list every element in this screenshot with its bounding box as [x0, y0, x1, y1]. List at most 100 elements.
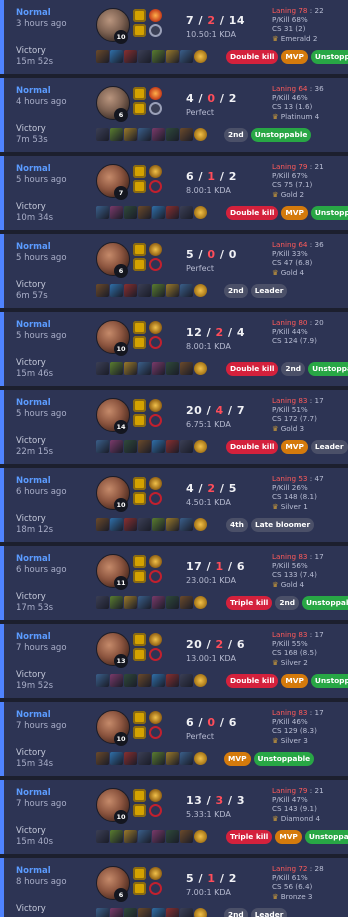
item-slot-icon[interactable] — [152, 362, 165, 375]
item-slot-icon[interactable] — [138, 908, 151, 917]
item-slot-icon[interactable] — [138, 440, 151, 453]
item-slot-icon[interactable] — [110, 284, 123, 297]
item-slot-icon[interactable] — [138, 206, 151, 219]
match-card[interactable]: Normal 7 hours ago Victory 15m 40s 10 13 / 3 … — [0, 780, 348, 854]
item-slot-icon[interactable] — [110, 596, 123, 609]
item-slot-icon[interactable] — [96, 908, 109, 917]
item-slot-icon[interactable] — [110, 752, 123, 765]
item-slot-icon[interactable] — [124, 674, 137, 687]
item-slot-icon[interactable] — [152, 50, 165, 63]
item-slot-icon[interactable] — [96, 440, 109, 453]
item-slot-icon[interactable] — [152, 284, 165, 297]
item-slot-icon[interactable] — [110, 50, 123, 63]
item-slot-icon[interactable] — [152, 128, 165, 141]
item-slot-icon[interactable] — [124, 830, 137, 843]
item-slot-icon[interactable] — [152, 206, 165, 219]
item-slot-icon[interactable] — [138, 830, 151, 843]
ward-item-icon[interactable] — [194, 206, 207, 219]
item-slot-icon[interactable] — [124, 596, 137, 609]
match-card[interactable]: Normal 8 hours ago Victory 6 5 / 1 / 2 7.00:1… — [0, 858, 348, 917]
item-slot-icon[interactable] — [180, 50, 193, 63]
item-slot-icon[interactable] — [110, 518, 123, 531]
item-slot-icon[interactable] — [166, 206, 179, 219]
item-slot-icon[interactable] — [96, 674, 109, 687]
item-slot-icon[interactable] — [180, 440, 193, 453]
item-slot-icon[interactable] — [180, 596, 193, 609]
item-slot-icon[interactable] — [96, 518, 109, 531]
item-slot-icon[interactable] — [180, 830, 193, 843]
item-slot-icon[interactable] — [166, 440, 179, 453]
item-slot-icon[interactable] — [152, 440, 165, 453]
item-slot-icon[interactable] — [138, 752, 151, 765]
item-slot-icon[interactable] — [124, 128, 137, 141]
ward-item-icon[interactable] — [194, 596, 207, 609]
item-slot-icon[interactable] — [110, 362, 123, 375]
item-slot-icon[interactable] — [124, 908, 137, 917]
match-card[interactable]: Normal 7 hours ago Victory 19m 52s 13 20 / 2 … — [0, 624, 348, 698]
item-slot-icon[interactable] — [180, 206, 193, 219]
item-slot-icon[interactable] — [180, 518, 193, 531]
item-slot-icon[interactable] — [96, 362, 109, 375]
item-slot-icon[interactable] — [96, 830, 109, 843]
item-slot-icon[interactable] — [166, 128, 179, 141]
match-card[interactable]: Normal 5 hours ago Victory 6m 57s 6 5 / 0 / 0… — [0, 234, 348, 308]
item-slot-icon[interactable] — [138, 596, 151, 609]
item-slot-icon[interactable] — [166, 518, 179, 531]
ward-item-icon[interactable] — [194, 674, 207, 687]
match-card[interactable]: Normal 4 hours ago Victory 7m 53s 6 4 / 0 / 2… — [0, 78, 348, 152]
item-slot-icon[interactable] — [138, 284, 151, 297]
item-slot-icon[interactable] — [152, 674, 165, 687]
ward-item-icon[interactable] — [194, 908, 207, 917]
item-slot-icon[interactable] — [180, 674, 193, 687]
item-slot-icon[interactable] — [124, 284, 137, 297]
item-slot-icon[interactable] — [166, 908, 179, 917]
match-card[interactable]: Normal 7 hours ago Victory 15m 34s 10 6 / 0 /… — [0, 702, 348, 776]
item-slot-icon[interactable] — [110, 440, 123, 453]
match-card[interactable]: Normal 6 hours ago Victory 18m 12s 10 4 / 2 /… — [0, 468, 348, 542]
ward-item-icon[interactable] — [194, 752, 207, 765]
item-slot-icon[interactable] — [96, 128, 109, 141]
item-slot-icon[interactable] — [152, 908, 165, 917]
item-slot-icon[interactable] — [166, 596, 179, 609]
item-slot-icon[interactable] — [96, 284, 109, 297]
item-slot-icon[interactable] — [138, 128, 151, 141]
item-slot-icon[interactable] — [110, 830, 123, 843]
item-slot-icon[interactable] — [124, 362, 137, 375]
item-slot-icon[interactable] — [138, 518, 151, 531]
item-slot-icon[interactable] — [124, 440, 137, 453]
item-slot-icon[interactable] — [110, 206, 123, 219]
match-card[interactable]: Normal 5 hours ago Victory 15m 46s 10 12 / 2 … — [0, 312, 348, 386]
item-slot-icon[interactable] — [96, 50, 109, 63]
item-slot-icon[interactable] — [180, 362, 193, 375]
item-slot-icon[interactable] — [166, 284, 179, 297]
item-slot-icon[interactable] — [96, 596, 109, 609]
item-slot-icon[interactable] — [180, 908, 193, 917]
ward-item-icon[interactable] — [194, 440, 207, 453]
item-slot-icon[interactable] — [110, 128, 123, 141]
ward-item-icon[interactable] — [194, 830, 207, 843]
item-slot-icon[interactable] — [166, 830, 179, 843]
ward-item-icon[interactable] — [194, 284, 207, 297]
item-slot-icon[interactable] — [124, 50, 137, 63]
item-slot-icon[interactable] — [152, 830, 165, 843]
match-card[interactable]: Normal 5 hours ago Victory 10m 34s 7 6 / 1 / … — [0, 156, 348, 230]
item-slot-icon[interactable] — [180, 284, 193, 297]
item-slot-icon[interactable] — [124, 752, 137, 765]
match-card[interactable]: Normal 6 hours ago Victory 17m 53s 11 17 / 1 … — [0, 546, 348, 620]
item-slot-icon[interactable] — [152, 518, 165, 531]
item-slot-icon[interactable] — [180, 752, 193, 765]
item-slot-icon[interactable] — [138, 50, 151, 63]
item-slot-icon[interactable] — [124, 206, 137, 219]
ward-item-icon[interactable] — [194, 128, 207, 141]
item-slot-icon[interactable] — [124, 518, 137, 531]
ward-item-icon[interactable] — [194, 518, 207, 531]
item-slot-icon[interactable] — [138, 674, 151, 687]
item-slot-icon[interactable] — [110, 908, 123, 917]
item-slot-icon[interactable] — [96, 752, 109, 765]
item-slot-icon[interactable] — [138, 362, 151, 375]
item-slot-icon[interactable] — [180, 128, 193, 141]
item-slot-icon[interactable] — [152, 752, 165, 765]
match-card[interactable]: Normal 3 hours ago Victory 15m 52s 10 7 / 2 /… — [0, 0, 348, 74]
ward-item-icon[interactable] — [194, 50, 207, 63]
match-card[interactable]: Normal 5 hours ago Victory 22m 15s 14 20 / 4 … — [0, 390, 348, 464]
